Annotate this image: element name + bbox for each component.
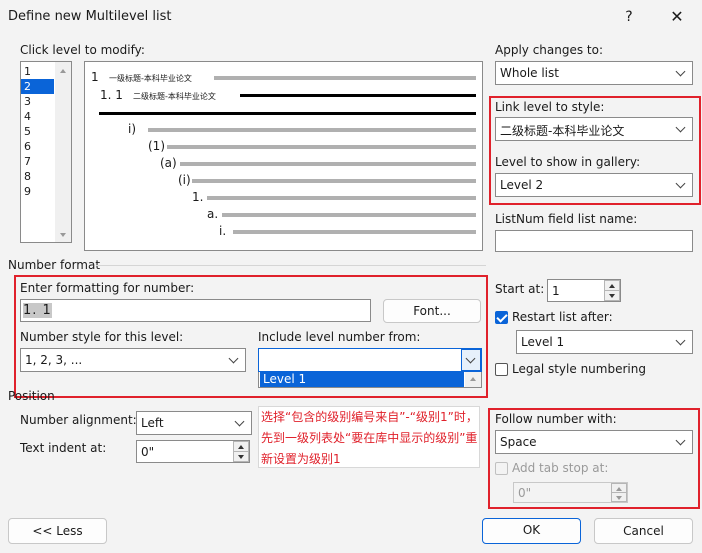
preview-level7-number: 1.: [192, 190, 204, 204]
dropdown-scrollbar[interactable]: [465, 372, 481, 387]
include-level-label: Include level number from:: [258, 330, 421, 344]
preview-level6-number: (i): [178, 173, 191, 187]
preview-level3-number: i): [128, 122, 137, 136]
preview-line: [99, 112, 476, 115]
preview-level2-text: 二级标题-本科毕业论文: [133, 92, 216, 101]
apply-changes-label: Apply changes to:: [495, 43, 604, 57]
dialog: Define new Multilevel list ? ✕ Click lev…: [0, 0, 702, 553]
number-alignment-select[interactable]: Left: [136, 411, 252, 435]
chevron-down-icon: [672, 331, 692, 353]
start-at-input[interactable]: 1: [547, 279, 621, 302]
apply-changes-select[interactable]: Whole list: [495, 61, 693, 85]
link-level-select[interactable]: 二级标题-本科毕业论文: [495, 117, 693, 141]
preview-level1-number: 1: [91, 70, 99, 84]
section-divider: [96, 265, 486, 266]
preview-line: [207, 196, 476, 200]
chevron-down-icon: [672, 431, 692, 453]
close-icon[interactable]: ✕: [661, 6, 693, 28]
restart-list-select[interactable]: Level 1: [516, 330, 693, 354]
preview-line: [148, 128, 476, 132]
less-button[interactable]: << Less: [8, 518, 107, 544]
add-tab-stop-checkbox[interactable]: [495, 462, 508, 475]
enter-formatting-label: Enter formatting for number:: [20, 281, 195, 295]
preview-line: [167, 145, 476, 149]
preview-line: [180, 162, 476, 166]
chevron-down-icon: [225, 349, 245, 371]
preview-line: [240, 94, 476, 97]
restart-list-label: Restart list after:: [512, 310, 613, 324]
follow-number-label: Follow number with:: [495, 412, 617, 426]
gallery-level-label: Level to show in gallery:: [495, 155, 641, 169]
preview-line: [233, 230, 476, 234]
tab-stop-input[interactable]: 0": [513, 482, 628, 503]
level-list-label: Click level to modify:: [20, 43, 145, 57]
spin-down-icon[interactable]: [611, 492, 627, 502]
link-level-value: 二级标题-本科毕业论文: [500, 124, 625, 138]
text-indent-input[interactable]: 0": [136, 440, 250, 463]
number-alignment-label: Number alignment:: [20, 413, 137, 427]
number-style-select[interactable]: 1, 2, 3, ...: [20, 348, 246, 372]
number-format-heading: Number format: [8, 258, 101, 272]
cancel-button[interactable]: Cancel: [594, 518, 693, 544]
preview-line: [192, 179, 476, 183]
scroll-down-icon[interactable]: [60, 233, 66, 237]
dialog-title: Define new Multilevel list: [8, 9, 172, 24]
follow-number-value: Space: [500, 435, 537, 449]
restart-list-checkbox[interactable]: [495, 311, 508, 324]
legal-style-checkbox[interactable]: [495, 363, 508, 376]
apply-changes-value: Whole list: [500, 66, 559, 80]
scroll-up-icon[interactable]: [60, 69, 66, 73]
number-style-value: 1, 2, 3, ...: [25, 353, 83, 367]
position-heading: Position: [8, 389, 55, 403]
dropdown-option-level1[interactable]: Level 1: [260, 372, 464, 387]
preview-level8-number: a.: [207, 207, 219, 221]
number-format-input[interactable]: 1. 1: [20, 299, 371, 322]
chevron-down-icon[interactable]: [461, 349, 481, 371]
number-style-label: Number style for this level:: [20, 330, 184, 344]
level-item-selected[interactable]: 2: [21, 79, 54, 94]
number-alignment-value: Left: [141, 416, 164, 430]
legal-style-label: Legal style numbering: [512, 362, 646, 376]
spin-down-icon[interactable]: [233, 451, 249, 462]
start-at-value: 1: [552, 284, 560, 298]
start-at-label: Start at:: [495, 282, 545, 296]
list-preview: 1 一级标题-本科毕业论文 1. 1 二级标题-本科毕业论文 i) (1) (a…: [84, 61, 483, 251]
level-list[interactable]: 1 2 3 4 5 6 7 8 9: [20, 61, 72, 243]
preview-level4-number: (1): [148, 139, 165, 153]
annotation-note: 选择“包含的级别编号来自”-“级别1”时，先到一级列表处“要在库中显示的级别”重…: [258, 406, 480, 468]
preview-level5-number: (a): [160, 156, 177, 170]
gallery-level-select[interactable]: Level 2: [495, 173, 693, 197]
gallery-level-value: Level 2: [500, 178, 544, 192]
restart-list-value: Level 1: [521, 335, 565, 349]
help-icon[interactable]: ?: [617, 6, 641, 28]
text-indent-value: 0": [141, 445, 155, 459]
chevron-down-icon: [231, 412, 251, 434]
preview-line: [214, 76, 476, 80]
preview-level2-number: 1. 1: [100, 88, 123, 102]
link-level-label: Link level to style:: [495, 100, 605, 114]
chevron-down-icon: [672, 174, 692, 196]
scroll-up-icon[interactable]: [470, 377, 476, 381]
level-list-scrollbar[interactable]: [55, 62, 71, 242]
title-bar: Define new Multilevel list ? ✕: [0, 0, 702, 34]
follow-number-select[interactable]: Space: [495, 430, 693, 454]
tab-stop-value: 0": [518, 486, 532, 500]
preview-level1-text: 一级标题-本科毕业论文: [109, 74, 192, 83]
listnum-label: ListNum field list name:: [495, 212, 638, 226]
include-level-dropdown: Level 1: [258, 372, 482, 388]
include-level-select[interactable]: [258, 348, 482, 372]
number-format-value: 1. 1: [23, 303, 52, 318]
preview-level9-number: i.: [219, 224, 227, 238]
preview-line: [222, 213, 476, 217]
ok-button[interactable]: OK: [482, 518, 581, 544]
chevron-down-icon: [672, 118, 692, 140]
text-indent-label: Text indent at:: [20, 441, 107, 455]
spin-down-icon[interactable]: [604, 290, 620, 301]
listnum-input[interactable]: [495, 230, 693, 252]
add-tab-stop-label: Add tab stop at:: [512, 461, 609, 475]
chevron-down-icon: [672, 62, 692, 84]
font-button[interactable]: Font...: [383, 299, 481, 323]
